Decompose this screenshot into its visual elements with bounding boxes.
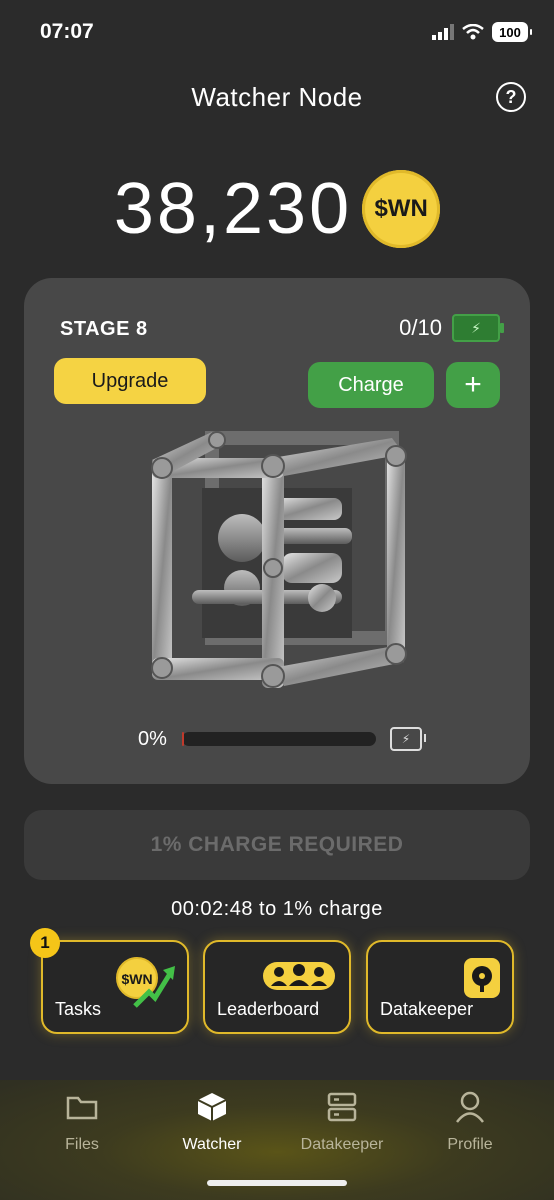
nav-watcher-label: Watcher xyxy=(182,1136,242,1153)
nav-files[interactable]: Files xyxy=(22,1090,142,1154)
wn-coin-icon: $WN xyxy=(362,170,441,248)
energy-counter: 0/10 ⚡ xyxy=(399,314,504,342)
balance-amount: 38,230 xyxy=(113,169,353,249)
home-indicator xyxy=(207,1180,347,1186)
energy-value: 0/10 xyxy=(399,315,442,340)
leaderboard-people-icon xyxy=(259,956,339,1001)
nav-watcher[interactable]: Watcher xyxy=(152,1090,272,1154)
signal-icon xyxy=(432,24,454,40)
tasks-tile[interactable]: $WN Tasks xyxy=(41,940,189,1034)
battery-charge-icon: ⚡ xyxy=(390,727,426,751)
balance-row: 38,230 $WN xyxy=(0,168,554,250)
svg-text:$WN: $WN xyxy=(121,971,152,987)
datakeeper-tile[interactable]: Datakeeper xyxy=(366,940,514,1034)
nav-datakeeper-label: Datakeeper xyxy=(300,1136,384,1153)
battery-indicator: 100 xyxy=(492,22,532,42)
help-icon[interactable]: ? xyxy=(496,82,526,112)
tasks-badge: 1 xyxy=(30,928,60,958)
leaderboard-tile[interactable]: Leaderboard xyxy=(203,940,351,1034)
charge-countdown: 00:02:48 to 1% charge xyxy=(171,898,383,920)
stage-label: STAGE 8 xyxy=(60,318,148,340)
nav-profile-label: Profile xyxy=(447,1136,493,1153)
leaderboard-label: Leaderboard xyxy=(217,999,320,1019)
progress-percent: 0% xyxy=(138,728,167,750)
nav-datakeeper[interactable]: Datakeeper xyxy=(282,1090,402,1154)
nav-profile[interactable]: Profile xyxy=(410,1090,530,1154)
add-charge-button[interactable]: + xyxy=(446,362,500,408)
status-time: 07:07 xyxy=(40,20,94,43)
wn-trend-icon: $WN xyxy=(115,956,177,1015)
server-icon xyxy=(325,1090,359,1124)
upgrade-button[interactable]: Upgrade xyxy=(54,358,206,404)
tasks-label: Tasks xyxy=(55,999,102,1019)
folder-icon xyxy=(65,1090,99,1124)
person-icon xyxy=(453,1090,487,1124)
stage-card: STAGE 8 0/10 ⚡ Upgrade Charge + 0% ⚡ xyxy=(24,278,530,784)
charge-button[interactable]: Charge xyxy=(308,362,434,408)
charge-progress-bar xyxy=(182,732,376,746)
hard-drive-icon xyxy=(462,956,502,1005)
mechanical-cube-image xyxy=(151,431,407,688)
charging-battery-icon: ⚡ xyxy=(452,314,504,342)
nav-files-label: Files xyxy=(65,1136,99,1153)
datakeeper-label: Datakeeper xyxy=(380,999,474,1019)
cube-icon xyxy=(195,1090,229,1124)
page-title: Watcher Node xyxy=(191,82,363,112)
status-icons: 100 xyxy=(432,22,532,42)
charge-progress-fill xyxy=(182,732,184,746)
charge-required-button[interactable]: 1% CHARGE REQUIRED xyxy=(24,810,530,880)
wifi-icon xyxy=(462,24,484,40)
